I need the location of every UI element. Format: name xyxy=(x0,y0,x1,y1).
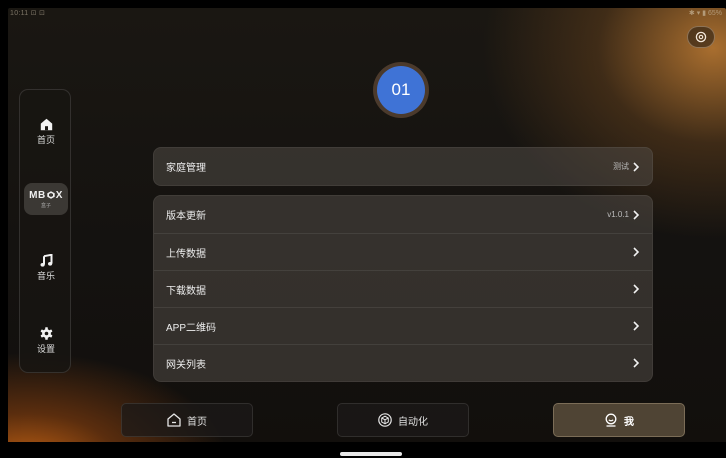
app-screen: 10:11 ⊡ ⊡ ✱ ▾ ▮ 65% 首页 MB X 盒子 音乐 设置 01 … xyxy=(8,8,726,450)
chevron-right-icon xyxy=(633,209,640,220)
row-title: 网关列表 xyxy=(166,359,206,371)
mbox-cube-glyph xyxy=(46,191,55,199)
family-management-card: 家庭管理 测试 xyxy=(153,147,653,186)
row-value: 测试 xyxy=(613,162,629,171)
row-title: 家庭管理 xyxy=(166,163,206,174)
tab-label: 我 xyxy=(624,416,634,428)
cube-icon xyxy=(378,413,392,427)
list-item-app-qrcode[interactable]: APP二维码 xyxy=(154,307,652,344)
mbox-logo-icon: MB X xyxy=(29,189,63,201)
row-value: v1.0.1 xyxy=(607,210,629,219)
row-title: 版本更新 xyxy=(166,211,206,222)
chevron-right-icon xyxy=(633,284,640,294)
sidebar-item-mbox[interactable]: MB X 盒子 xyxy=(24,183,68,215)
avatar-text: 01 xyxy=(391,80,411,99)
sidebar-item-label: 音乐 xyxy=(36,271,55,281)
chevron-right-icon xyxy=(633,247,640,257)
avatar[interactable]: 01 xyxy=(373,62,429,118)
settings-list-card: 版本更新 v1.0.1 上传数据 下载数据 APP二维码 网关列表 xyxy=(153,195,653,382)
list-item-version-update[interactable]: 版本更新 v1.0.1 xyxy=(154,196,652,233)
sidebar: 首页 MB X 盒子 音乐 设置 xyxy=(19,89,71,373)
list-item-gateway-list[interactable]: 网关列表 xyxy=(154,344,652,381)
user-icon xyxy=(605,413,617,427)
chevron-right-icon xyxy=(633,321,640,331)
avatar-circle: 01 xyxy=(377,66,425,114)
tab-automation[interactable]: 自动化 xyxy=(337,403,469,437)
list-item-upload-data[interactable]: 上传数据 xyxy=(154,233,652,270)
status-bar-right: ✱ ▾ ▮ 65% xyxy=(688,10,722,17)
list-item-download-data[interactable]: 下载数据 xyxy=(154,270,652,307)
settings-icon xyxy=(695,31,707,43)
row-title: 上传数据 xyxy=(166,248,206,260)
gear-icon xyxy=(40,327,52,340)
sidebar-item-music[interactable]: 音乐 xyxy=(20,254,72,282)
home-icon xyxy=(40,118,52,131)
chevron-right-icon xyxy=(633,358,640,368)
mbox-subtitle: 盒子 xyxy=(40,202,51,209)
tab-label: 首页 xyxy=(187,416,207,428)
family-management-row[interactable]: 家庭管理 测试 xyxy=(154,148,652,185)
music-note-icon xyxy=(40,254,52,267)
tab-label: 自动化 xyxy=(398,416,428,428)
sidebar-item-label: 设置 xyxy=(36,344,55,354)
status-bar-left: 10:11 ⊡ ⊡ xyxy=(10,10,46,17)
tab-me[interactable]: 我 xyxy=(553,403,685,437)
row-title: APP二维码 xyxy=(166,322,217,334)
home-outline-icon xyxy=(167,413,181,427)
sidebar-item-settings[interactable]: 设置 xyxy=(20,327,72,355)
settings-button[interactable] xyxy=(687,26,715,48)
sidebar-item-home[interactable]: 首页 xyxy=(20,118,72,146)
chevron-right-icon xyxy=(633,161,640,172)
home-indicator[interactable] xyxy=(340,452,402,456)
sidebar-item-label: 首页 xyxy=(36,135,55,145)
row-title: 下载数据 xyxy=(166,285,206,297)
tab-home[interactable]: 首页 xyxy=(121,403,253,437)
